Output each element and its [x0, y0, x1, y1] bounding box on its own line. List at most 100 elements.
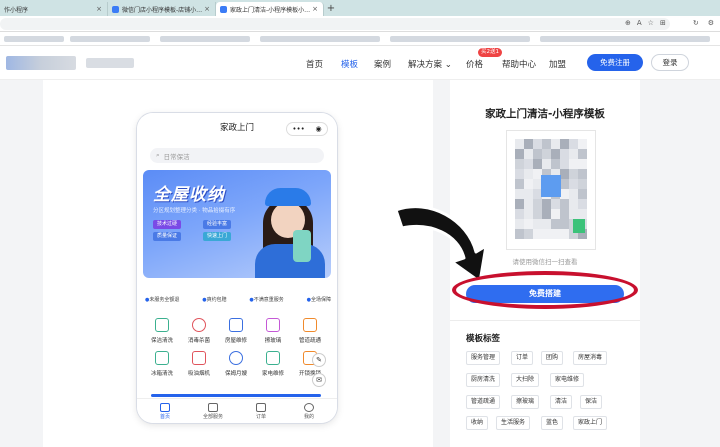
service-item[interactable]: 保姆月嫂: [218, 351, 254, 377]
more-icon[interactable]: •••: [292, 125, 304, 133]
chat-icon[interactable]: ✉: [312, 373, 326, 387]
qr-pixel: [524, 169, 533, 179]
browser-tab-2[interactable]: 微信门店小程序模板-店铺小程序模 ×: [108, 2, 216, 16]
reader-icon[interactable]: ⊕: [625, 19, 631, 27]
nav-templates[interactable]: 模板: [341, 58, 358, 70]
service-item[interactable]: 吸油烟机: [181, 351, 217, 377]
new-tab-button[interactable]: +: [324, 2, 338, 16]
settings-icon[interactable]: ⚙: [708, 19, 714, 27]
tab-orders[interactable]: 订单: [241, 403, 281, 420]
browser-tab-label: 作小程序: [4, 6, 29, 14]
nav-home[interactable]: 首页: [306, 58, 323, 70]
qr-pixel: [515, 219, 524, 229]
browser-tab-bar: 作小程序 × 微信门店小程序模板-店铺小程序模 × 家政上门清洁-小程序模板小程…: [0, 0, 720, 16]
qr-pixel: [524, 159, 533, 169]
qr-pixel: [560, 199, 569, 209]
tab-all-services[interactable]: 全部服务: [193, 403, 233, 420]
close-icon[interactable]: ◉: [316, 125, 322, 133]
browser-tab-3[interactable]: 家政上门清洁-小程序模板小程序 ×: [216, 2, 324, 16]
service-item[interactable]: 消毒杀菌: [181, 318, 217, 344]
share-icon[interactable]: ✎: [312, 353, 326, 367]
service-item[interactable]: 家电维修: [255, 351, 291, 377]
service-item[interactable]: 擦玻璃: [255, 318, 291, 344]
qr-pixel: [578, 169, 587, 179]
qr-pixel: [551, 209, 560, 219]
register-button[interactable]: 免费注册: [587, 54, 643, 71]
template-tag[interactable]: 生活服务: [496, 416, 531, 430]
nav-cases[interactable]: 案例: [374, 58, 391, 70]
search-input[interactable]: ⌕ 日常保洁: [150, 148, 324, 163]
promo-banner[interactable]: 全屋收纳 分区规划整理分类 · 物品拾掇有序 技术过硬 经验丰富 质量保证 快速…: [143, 170, 331, 278]
banner-pill: 质量保证: [153, 232, 182, 241]
blurred-bookmark: [390, 36, 530, 42]
translate-icon[interactable]: A: [637, 19, 642, 27]
scan-hint: 请使用微信扫一扫查看: [512, 258, 578, 266]
banner-pill: 经验丰富: [203, 220, 232, 229]
qr-pixel: [524, 139, 533, 149]
browser-tab-1[interactable]: 作小程序 ×: [0, 2, 108, 16]
template-tag[interactable]: 保洁: [580, 395, 603, 409]
banner-pill: 技术过硬: [153, 220, 182, 229]
close-icon[interactable]: ×: [95, 5, 103, 13]
template-title: 家政上门清洁-小程序模板: [485, 108, 605, 120]
nanny-icon: [229, 351, 243, 365]
qr-pixel: [551, 149, 560, 159]
template-tag[interactable]: 家政上门: [573, 416, 608, 430]
qr-pixel: [524, 229, 533, 239]
service-item[interactable]: 管道疏通: [292, 318, 328, 344]
spray-bottle-illustration: [293, 230, 311, 262]
template-tag[interactable]: 团购: [541, 351, 564, 365]
refresh-icon[interactable]: ↻: [693, 19, 699, 27]
template-tag[interactable]: 房屋消毒: [573, 351, 608, 365]
annotation-ring: [452, 271, 638, 309]
template-tag[interactable]: 擦玻璃: [511, 395, 540, 409]
qr-code-image: [515, 139, 587, 239]
browser-toolbar: ↻ ⚙: [693, 19, 714, 27]
template-tag[interactable]: 清洁: [550, 395, 573, 409]
qr-pixel: [533, 209, 542, 219]
search-icon: ⌕: [156, 151, 160, 159]
nav-franchise[interactable]: 加盟: [549, 58, 566, 70]
template-tag[interactable]: 收纳: [466, 416, 489, 430]
blurred-bookmark: [260, 36, 380, 42]
nav-solutions[interactable]: 解决方案 ⌄: [408, 58, 452, 70]
template-tag[interactable]: 蓝色: [541, 416, 564, 430]
site-header: 首页 模板 案例 解决方案 ⌄ 价格 买2送1 帮助中心 加盟 免费注册 登录: [0, 46, 720, 80]
service-item[interactable]: 冰箱清洗: [144, 351, 180, 377]
service-item[interactable]: 房屋维修: [218, 318, 254, 344]
template-tag[interactable]: 订单: [511, 351, 534, 365]
browser-tab-label: 微信门店小程序模板-店铺小程序模: [122, 6, 203, 14]
close-icon[interactable]: ×: [311, 5, 319, 13]
qr-pixel: [533, 149, 542, 159]
tab-profile[interactable]: 我的: [289, 403, 329, 420]
qr-pixel: [578, 159, 587, 169]
extensions-icon[interactable]: ⊞: [660, 19, 666, 27]
service-item[interactable]: 保洁清洗: [144, 318, 180, 344]
tab-home[interactable]: 首页: [145, 403, 185, 420]
pipe-icon: [303, 318, 317, 332]
qr-pixel: [524, 199, 533, 209]
template-tag[interactable]: 管道疏通: [466, 395, 501, 409]
template-tag[interactable]: 家电维修: [550, 373, 585, 387]
blurred-bookmark: [540, 36, 710, 42]
close-icon[interactable]: ×: [203, 5, 211, 13]
template-tag[interactable]: 服务管理: [466, 351, 501, 365]
qr-pixel: [551, 159, 560, 169]
model-illustration: [255, 244, 325, 278]
qr-pixel: [515, 199, 524, 209]
logo[interactable]: [6, 56, 76, 70]
address-field[interactable]: [0, 18, 670, 30]
star-icon[interactable]: ☆: [648, 19, 654, 27]
qr-pixel: [542, 139, 551, 149]
nav-pricing[interactable]: 价格: [466, 58, 483, 70]
qr-pixel: [578, 139, 587, 149]
qr-pixel: [533, 229, 542, 239]
template-tag[interactable]: 大扫除: [511, 373, 540, 387]
order-icon: [256, 403, 266, 412]
qr-pixel: [578, 189, 587, 199]
login-button[interactable]: 登录: [651, 54, 689, 71]
miniapp-capsule[interactable]: ••• ◉: [286, 122, 328, 136]
template-tag[interactable]: 厨房清洗: [466, 373, 501, 387]
nav-help[interactable]: 帮助中心: [502, 58, 536, 70]
guarantee-row: ●未服务全额退 ●爽约包赔 ●不满意重服务 ●全场保障: [145, 296, 331, 303]
